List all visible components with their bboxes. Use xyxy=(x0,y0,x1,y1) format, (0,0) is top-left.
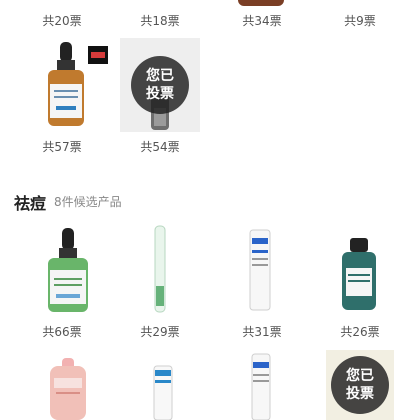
product-card-kate[interactable] xyxy=(36,356,100,420)
product-card-laroche-tall[interactable] xyxy=(246,352,276,420)
product-card-blue-tube[interactable] xyxy=(148,364,178,420)
product-image-top-3[interactable] xyxy=(238,0,284,6)
product-card-voted[interactable]: 您已 投票 xyxy=(120,38,200,132)
vote-count-thin-tube: 共29票 xyxy=(140,325,180,339)
vote-count-top-2: 共18票 xyxy=(140,14,180,28)
product-card-thin-tube[interactable] xyxy=(140,224,180,316)
vote-count-top-4: 共9票 xyxy=(344,14,376,28)
product-card-serum[interactable] xyxy=(36,40,112,132)
vote-count-top-3: 共34票 xyxy=(242,14,282,28)
laroche-tall-image xyxy=(251,353,271,420)
blue-tube-image xyxy=(153,365,173,420)
product-card-green-serum[interactable] xyxy=(40,224,100,316)
green-serum-bottle-image xyxy=(48,228,88,312)
product-image-bg-2 xyxy=(326,350,394,420)
serum-bottle-image xyxy=(48,42,108,126)
section-title: 祛痘 xyxy=(14,194,47,213)
vote-count-teal-bottle: 共26票 xyxy=(340,325,380,339)
vote-count-top-1: 共20票 xyxy=(42,14,82,28)
teal-bottle-image xyxy=(342,238,376,310)
thin-tube-image xyxy=(154,225,166,313)
product-card-teal-bottle[interactable] xyxy=(334,236,384,314)
product-card-effaclar[interactable] xyxy=(240,228,280,314)
effaclar-tube-image xyxy=(249,229,271,311)
vote-count-effaclar: 共31票 xyxy=(242,325,282,339)
product-card-voted-2[interactable]: 您已 投票 xyxy=(326,350,394,420)
vote-count-serum: 共57票 xyxy=(42,140,82,154)
kate-bottle-image xyxy=(50,358,86,420)
product-bottle-image xyxy=(151,90,169,130)
vote-count-voted: 共54票 xyxy=(140,140,180,154)
vote-count-green-serum: 共66票 xyxy=(42,325,82,339)
section-subtitle: 8件候选产品 xyxy=(54,195,122,209)
